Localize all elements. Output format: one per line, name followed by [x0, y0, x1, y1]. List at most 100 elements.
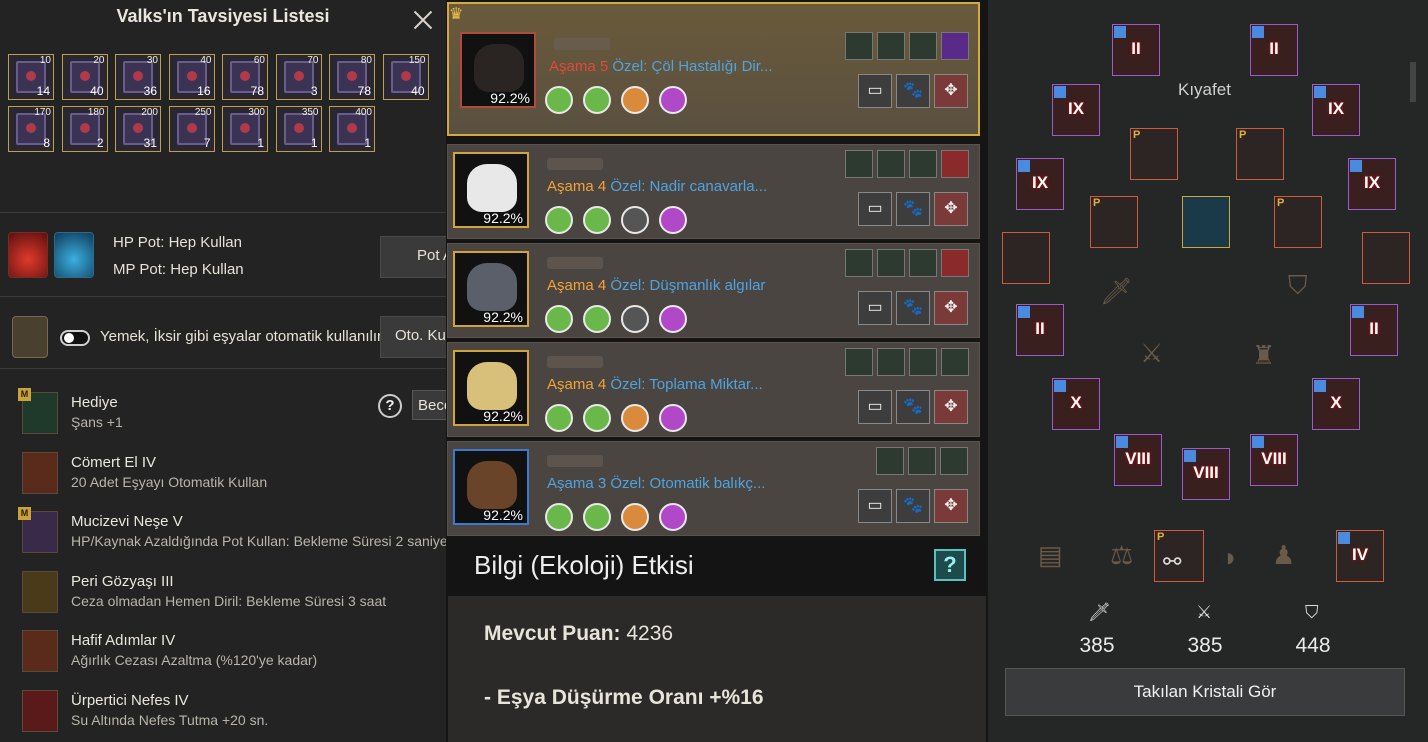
pet-trait-icon[interactable]: [941, 249, 969, 277]
accessory-slot[interactable]: X: [1312, 378, 1360, 430]
pet-action-button[interactable]: 🐾: [896, 291, 930, 325]
pet-skill-icon[interactable]: [659, 503, 687, 531]
accessory-slot[interactable]: IX: [1052, 84, 1100, 136]
accessory-slot[interactable]: IX: [1016, 158, 1064, 210]
feed-button[interactable]: ▭: [858, 74, 892, 108]
pet-trait-icon[interactable]: [877, 249, 905, 277]
pet-skill-icon[interactable]: [545, 404, 573, 432]
pet-exchange-button[interactable]: ✥: [934, 74, 968, 108]
accessory-slot[interactable]: IX: [1348, 158, 1396, 210]
valks-book[interactable]: 60 78: [222, 54, 268, 100]
accessory-slot[interactable]: IX: [1312, 84, 1360, 136]
pet-skill-icon[interactable]: [621, 206, 649, 234]
help-icon[interactable]: ?: [378, 394, 402, 418]
pet-skill-icon[interactable]: [545, 86, 573, 114]
accessory-slot[interactable]: II: [1350, 304, 1398, 356]
pants-slot[interactable]: P: [1090, 196, 1138, 248]
valks-book[interactable]: 300 1: [222, 106, 268, 152]
awakening-weapon-slot-icon[interactable]: ⚔: [1140, 338, 1163, 369]
pot-settings-button[interactable]: Pot A: [380, 236, 450, 278]
pet-skill-icon[interactable]: [621, 305, 649, 333]
pet-trait-icon[interactable]: [909, 32, 937, 60]
pet-action-button[interactable]: 🐾: [896, 74, 930, 108]
accessory-slot[interactable]: II: [1250, 24, 1298, 76]
valks-book[interactable]: 40 16: [168, 54, 215, 100]
pet-skill-icon[interactable]: [659, 305, 687, 333]
feed-button[interactable]: ▭: [858, 192, 892, 226]
pet-portrait[interactable]: 92.2%: [453, 251, 529, 327]
hat-slot[interactable]: P: [1130, 128, 1178, 180]
pet-skill-icon[interactable]: [659, 206, 687, 234]
auto-use-button[interactable]: Oto. Ku: [380, 316, 450, 358]
pet-trait-icon[interactable]: [845, 150, 873, 178]
valks-book[interactable]: 80 78: [329, 54, 375, 100]
book-slot-icon[interactable]: ▤: [1038, 540, 1063, 571]
pet-action-button[interactable]: 🐾: [896, 192, 930, 226]
pet-trait-icon[interactable]: [877, 32, 905, 60]
info-help-icon[interactable]: ?: [934, 549, 966, 581]
helmet-slot[interactable]: [1002, 232, 1050, 284]
pet-trait-icon[interactable]: [941, 32, 969, 60]
valks-book[interactable]: 400 1: [329, 106, 375, 152]
pet-skill-icon[interactable]: [621, 404, 649, 432]
pet-skill-icon[interactable]: [545, 503, 573, 531]
valks-book[interactable]: 30 36: [115, 54, 161, 100]
accessory-slot[interactable]: X: [1052, 378, 1100, 430]
pet-skill-icon[interactable]: [659, 86, 687, 114]
feed-button[interactable]: ▭: [858, 291, 892, 325]
valks-book[interactable]: 150 40: [382, 54, 429, 100]
pet-trait-icon[interactable]: [877, 348, 905, 376]
pet-portrait[interactable]: 92.2%: [453, 152, 529, 228]
pet-trait-icon[interactable]: [909, 150, 937, 178]
mp-potion-icon[interactable]: [54, 232, 94, 278]
pet-portrait[interactable]: 92.2%: [453, 350, 529, 426]
pet-trait-icon[interactable]: [909, 348, 937, 376]
pet-trait-icon[interactable]: [845, 32, 873, 60]
close-icon[interactable]: [412, 8, 434, 30]
valks-book[interactable]: 20 40: [61, 54, 108, 100]
pet-skill-icon[interactable]: [659, 404, 687, 432]
accessory-slot[interactable]: VIII: [1250, 434, 1298, 486]
pet-skill-icon[interactable]: [545, 305, 573, 333]
pet-trait-icon[interactable]: [877, 150, 905, 178]
view-crystals-button[interactable]: Takılan Kristali Gör: [1005, 668, 1405, 716]
valks-book[interactable]: 180 2: [61, 106, 108, 152]
glove-slot[interactable]: P: [1274, 196, 1322, 248]
pet-action-button[interactable]: 🐾: [896, 390, 930, 424]
valks-book[interactable]: 70 3: [275, 54, 322, 100]
valks-book[interactable]: 170 8: [8, 106, 54, 152]
auto-use-toggle[interactable]: [60, 330, 90, 346]
pet-exchange-button[interactable]: ✥: [934, 489, 968, 523]
costume-slot-icon[interactable]: ♟: [1272, 540, 1295, 571]
valks-book[interactable]: 10 14: [8, 54, 54, 100]
armor-slot-icon[interactable]: ♜: [1252, 340, 1275, 371]
pet-action-button[interactable]: 🐾: [896, 489, 930, 523]
dagger-slot-icon[interactable]: 🗡: [1100, 276, 1133, 307]
pet-exchange-button[interactable]: ✥: [934, 390, 968, 424]
lips-slot-icon[interactable]: ◑: [1220, 542, 1236, 573]
pet-trait-icon[interactable]: [909, 249, 937, 277]
pet-skill-icon[interactable]: [621, 503, 649, 531]
pet-trait-icon[interactable]: [940, 447, 968, 475]
accessory-slot[interactable]: II: [1016, 304, 1064, 356]
hp-potion-icon[interactable]: [8, 232, 48, 278]
pet-exchange-button[interactable]: ✥: [934, 192, 968, 226]
accessory-slot[interactable]: VIII: [1114, 434, 1162, 486]
pet-skill-icon[interactable]: [545, 206, 573, 234]
pet-trait-icon[interactable]: [845, 348, 873, 376]
pet-exchange-button[interactable]: ✥: [934, 291, 968, 325]
feed-button[interactable]: ▭: [858, 489, 892, 523]
outfit-slot[interactable]: P: [1236, 128, 1284, 180]
pet-skill-icon[interactable]: [583, 86, 611, 114]
pet-portrait[interactable]: 92.2%: [460, 32, 536, 108]
necklace-slot-icon[interactable]: ⚖: [1110, 540, 1133, 571]
pet-portrait[interactable]: 92.2%: [453, 449, 529, 525]
center-gem-slot[interactable]: [1182, 196, 1230, 248]
scrollbar[interactable]: [1410, 62, 1416, 102]
pet-skill-icon[interactable]: [583, 503, 611, 531]
valks-book[interactable]: 200 31: [115, 106, 161, 152]
pet-trait-icon[interactable]: [908, 447, 936, 475]
accessory-slot[interactable]: VIII: [1182, 448, 1230, 500]
glasses-slot[interactable]: P ⚯: [1154, 530, 1204, 582]
pet-skill-icon[interactable]: [583, 404, 611, 432]
